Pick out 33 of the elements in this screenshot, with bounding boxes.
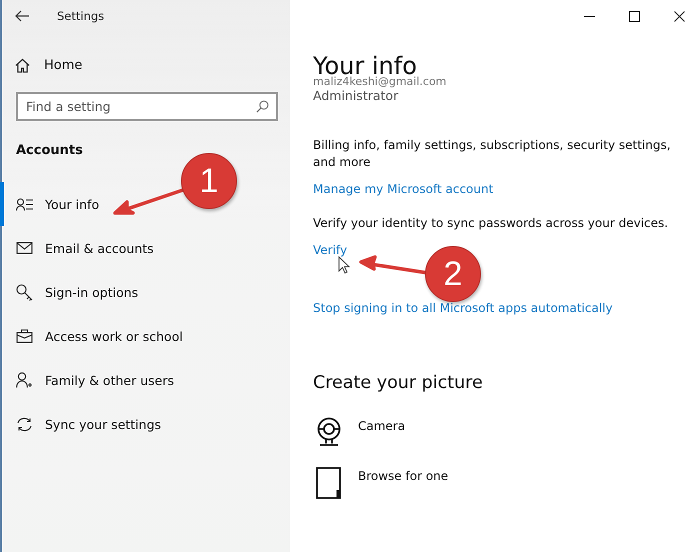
verify-link[interactable]: Verify <box>313 243 348 257</box>
section-heading: Create your picture <box>313 373 484 393</box>
home-link[interactable]: Home <box>44 58 82 73</box>
back-icon[interactable] <box>15 10 29 22</box>
nav-item[interactable]: Access work or school <box>2 314 290 358</box>
section-heading: Accounts <box>15 142 84 158</box>
annotation-badge: 2 <box>425 246 481 302</box>
webcam-icon[interactable] <box>316 417 342 447</box>
nav-item[interactable]: Sync your settings <box>2 402 290 446</box>
nav-item[interactable]: Email & accounts <box>2 226 290 270</box>
cursor-icon <box>338 256 350 274</box>
mail-icon <box>16 242 33 254</box>
file-icon[interactable] <box>316 467 342 499</box>
search-icon <box>256 100 269 113</box>
home-icon <box>15 58 30 73</box>
verify-text: Verify your identity to sync passwords across your devices. <box>313 215 670 232</box>
nav-item[interactable]: Sign-in options <box>2 270 290 314</box>
picture-option[interactable]: Browse for one <box>358 469 448 483</box>
person-icon <box>16 198 33 210</box>
stop-signing-in-link[interactable]: Stop signing in to all Microsoft apps automatically <box>313 301 613 315</box>
account-role: Administrator <box>313 88 400 104</box>
key-icon <box>16 284 33 300</box>
window-title: Settings <box>57 9 104 23</box>
briefcase-icon <box>16 329 33 343</box>
picture-option[interactable]: Camera <box>358 419 406 433</box>
close-icon[interactable] <box>674 11 685 22</box>
sync-icon <box>16 416 33 432</box>
manage-account-link[interactable]: Manage my Microsoft account <box>313 182 494 196</box>
search-field[interactable]: Find a setting <box>16 92 278 121</box>
nav-item[interactable]: Family & other users <box>2 358 290 402</box>
billing-text: Billing info, family settings, subscriptions, security settings, and more <box>313 137 672 171</box>
maximize-icon[interactable] <box>629 11 640 22</box>
person-add-icon <box>16 372 33 388</box>
